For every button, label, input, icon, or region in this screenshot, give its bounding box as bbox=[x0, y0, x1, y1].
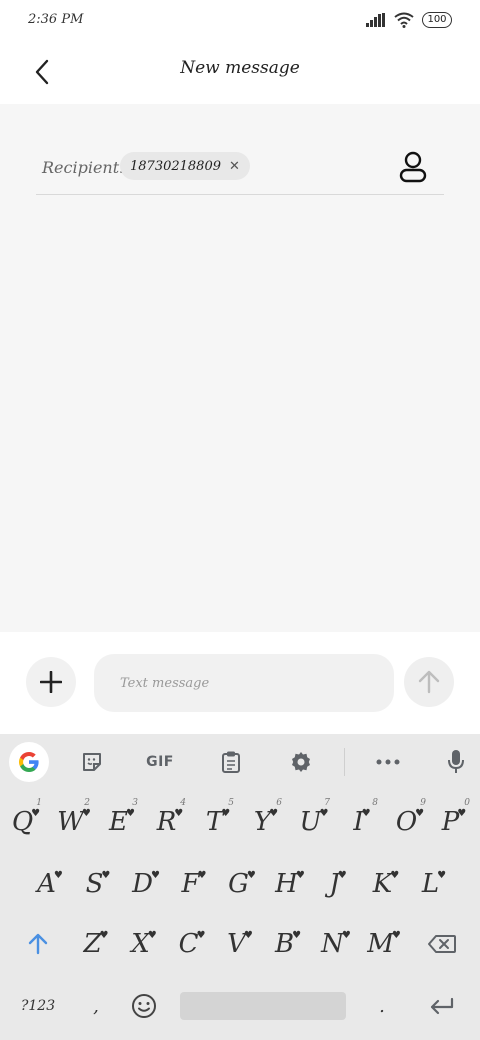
signal-icon bbox=[366, 13, 385, 27]
emoji-icon bbox=[132, 994, 156, 1018]
message-content-area: Recipient: 18730218809 ✕ bbox=[0, 104, 480, 632]
clipboard-button[interactable] bbox=[211, 742, 251, 782]
key-g[interactable]: G ♥ bbox=[218, 854, 266, 914]
key-w[interactable]: W ♥ 2 bbox=[50, 792, 98, 852]
key-x[interactable]: X ♥ bbox=[120, 914, 168, 974]
key-u[interactable]: U ♥ 7 bbox=[290, 792, 338, 852]
message-input[interactable] bbox=[94, 654, 394, 712]
comma-key[interactable]: , bbox=[72, 976, 120, 1036]
key-a[interactable]: A ♥ bbox=[26, 854, 74, 914]
voice-input-button[interactable] bbox=[436, 742, 476, 782]
key-l[interactable]: L ♥ bbox=[410, 854, 458, 914]
key-b[interactable]: B ♥ bbox=[264, 914, 312, 974]
key-y[interactable]: Y ♥ 6 bbox=[242, 792, 290, 852]
key-row-4: ?123 , . bbox=[0, 976, 480, 1036]
google-icon bbox=[19, 752, 39, 772]
composer bbox=[0, 632, 480, 734]
plus-icon bbox=[40, 671, 62, 693]
toolbar-divider bbox=[344, 748, 345, 776]
status-icons: 100 bbox=[366, 12, 452, 28]
more-options-button[interactable] bbox=[368, 742, 408, 782]
key-row-1: Q ♥ 1 W ♥ 2 E ♥ 3 R ♥ 4 T ♥ 5 Y ♥ 6 U ♥ 7 I ♥ 8 O ♥ 9 P ♥ 0 bbox=[0, 792, 480, 852]
key-p[interactable]: P ♥ 0 bbox=[430, 792, 478, 852]
keyboard: GIF Q ♥ 1 W ♥ 2 E ♥ 3 R ♥ 4 T ♥ 5 Y ♥ 6 … bbox=[0, 734, 480, 1040]
mic-icon bbox=[448, 750, 464, 773]
shift-key[interactable] bbox=[10, 914, 66, 974]
contact-picker-button[interactable] bbox=[396, 150, 430, 184]
keyboard-toolbar: GIF bbox=[0, 734, 480, 790]
sticker-button[interactable] bbox=[72, 742, 112, 782]
status-bar: 2:36 PM 100 bbox=[0, 0, 480, 44]
key-d[interactable]: D ♥ bbox=[122, 854, 170, 914]
period-key[interactable]: . bbox=[358, 976, 406, 1036]
battery-indicator: 100 bbox=[422, 12, 452, 28]
backspace-key[interactable] bbox=[414, 914, 470, 974]
google-search-button[interactable] bbox=[9, 742, 49, 782]
key-z[interactable]: Z ♥ bbox=[72, 914, 120, 974]
backspace-icon bbox=[428, 935, 456, 953]
app-header: New message bbox=[0, 44, 480, 104]
recipient-label: Recipient: bbox=[42, 158, 125, 177]
key-q[interactable]: Q ♥ 1 bbox=[2, 792, 50, 852]
key-n[interactable]: N ♥ bbox=[312, 914, 360, 974]
gear-icon bbox=[292, 752, 310, 772]
person-icon bbox=[399, 151, 427, 183]
key-c[interactable]: C ♥ bbox=[168, 914, 216, 974]
key-h[interactable]: H ♥ bbox=[266, 854, 314, 914]
key-row-2: A ♥ S ♥ D ♥ F ♥ G ♥ H ♥ J ♥ K ♥ L ♥ bbox=[0, 854, 480, 914]
key-row-3: Z ♥ X ♥ C ♥ V ♥ B ♥ N ♥ M ♥ bbox=[0, 914, 480, 974]
key-i[interactable]: I ♥ 8 bbox=[338, 792, 386, 852]
clipboard-icon bbox=[222, 751, 240, 773]
settings-button[interactable] bbox=[281, 742, 321, 782]
sticker-icon bbox=[83, 753, 101, 771]
send-button[interactable] bbox=[404, 657, 454, 707]
key-r[interactable]: R ♥ 4 bbox=[146, 792, 194, 852]
key-o[interactable]: O ♥ 9 bbox=[386, 792, 434, 852]
close-icon[interactable]: ✕ bbox=[229, 159, 240, 174]
arrow-up-icon bbox=[418, 670, 440, 694]
key-m[interactable]: M ♥ bbox=[360, 914, 408, 974]
enter-key[interactable] bbox=[414, 976, 470, 1036]
key-t[interactable]: T ♥ 5 bbox=[194, 792, 242, 852]
emoji-key[interactable] bbox=[120, 976, 168, 1036]
symbols-key[interactable]: ?123 bbox=[10, 976, 66, 1036]
enter-icon bbox=[430, 997, 454, 1015]
key-s[interactable]: S ♥ bbox=[74, 854, 122, 914]
add-attachment-button[interactable] bbox=[26, 657, 76, 707]
wifi-icon bbox=[394, 12, 414, 28]
recipient-chip-label: 18730218809 bbox=[130, 158, 221, 174]
key-k[interactable]: K ♥ bbox=[362, 854, 410, 914]
shift-arrow-icon bbox=[28, 933, 48, 955]
page-title: New message bbox=[180, 58, 300, 78]
recipient-row: Recipient: 18730218809 ✕ bbox=[36, 142, 444, 195]
key-e[interactable]: E ♥ 3 bbox=[98, 792, 146, 852]
key-v[interactable]: V ♥ bbox=[216, 914, 264, 974]
key-j[interactable]: J ♥ bbox=[314, 854, 362, 914]
space-key[interactable] bbox=[180, 992, 346, 1020]
gif-label: GIF bbox=[146, 754, 174, 770]
recipient-chip[interactable]: 18730218809 ✕ bbox=[120, 152, 250, 180]
more-icon bbox=[376, 759, 400, 765]
status-time: 2:36 PM bbox=[28, 12, 84, 27]
gif-button[interactable]: GIF bbox=[140, 742, 180, 782]
key-f[interactable]: F ♥ bbox=[170, 854, 218, 914]
